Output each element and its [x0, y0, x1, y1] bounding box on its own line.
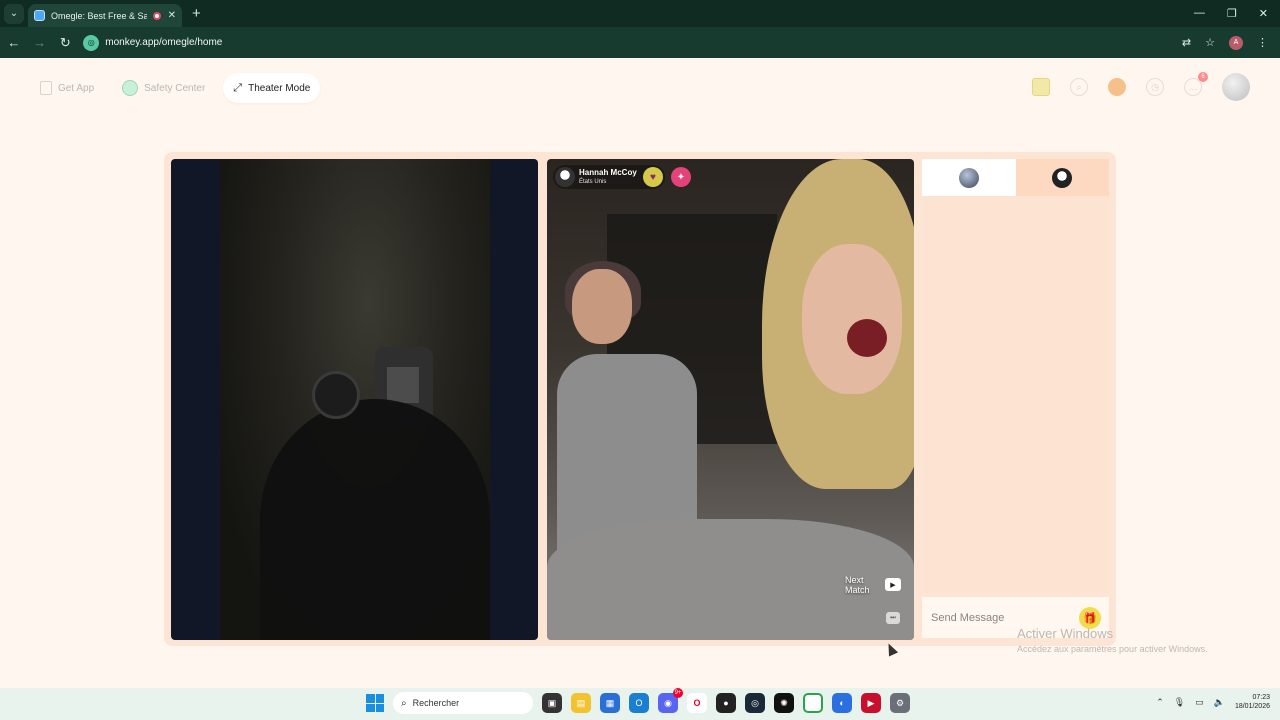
start-button[interactable] [366, 694, 384, 712]
recording-indicator-icon [153, 11, 161, 20]
shop-icon[interactable] [1032, 78, 1050, 96]
site-info-icon[interactable]: ◎ [83, 34, 100, 51]
get-app-button[interactable]: Get App [30, 73, 104, 103]
chat-messages [922, 196, 1109, 594]
local-camera-feed [220, 159, 490, 640]
tray-chevron-icon[interactable]: ⌃ [1156, 697, 1164, 708]
activation-title: Activer Windows [1017, 626, 1114, 641]
heart-badge-icon[interactable]: ♥ [643, 167, 663, 187]
search-icon: ⌕ [401, 697, 407, 709]
chatgpt-icon[interactable]: ✺ [774, 693, 794, 713]
peer-avatar [555, 167, 575, 187]
app-icon[interactable]: ◐ [832, 693, 852, 713]
taskbar-search-label: Rechercher [412, 698, 460, 708]
phone-icon [40, 81, 52, 95]
translate-icon[interactable]: ⇄ [1182, 36, 1191, 49]
reload-button[interactable]: ↻ [54, 35, 78, 51]
shield-icon [122, 80, 139, 96]
opera-icon[interactable]: O [687, 693, 707, 713]
task-view-icon[interactable]: ▣ [542, 693, 562, 713]
close-window-button[interactable]: ✕ [1259, 7, 1268, 20]
activation-subtitle: Accédez aux paramètres pour activer Wind… [1017, 644, 1208, 654]
next-match-label-1: Next [845, 575, 864, 585]
close-tab-icon[interactable]: ✕ [168, 10, 176, 21]
skip-icon[interactable]: ⏭ [886, 612, 900, 624]
minimize-button[interactable]: — [1194, 7, 1205, 20]
browser-tab[interactable]: Omegle: Best Free & Safe V ✕ [28, 4, 182, 27]
flame-icon[interactable] [1108, 78, 1126, 96]
gift-badge-icon[interactable]: ✦ [671, 167, 691, 187]
safety-center-label: Safety Center [144, 82, 206, 94]
person-face [572, 269, 632, 344]
address-bar[interactable]: ◎ monkey.app/omegle/home [83, 32, 1182, 54]
get-app-label: Get App [58, 82, 95, 94]
history-icon[interactable]: ◷ [1146, 78, 1164, 96]
restore-button[interactable]: ❐ [1227, 7, 1237, 20]
windows-activation-watermark: Activer Windows Accédez aux paramètres p… [1017, 626, 1208, 654]
file-explorer-icon[interactable]: ▤ [571, 693, 591, 713]
tab-global-chat[interactable] [922, 159, 1016, 196]
remote-video: Hannah McCoy États Unis ♥ ✦ Next Match ▶… [547, 159, 914, 640]
store-icon[interactable]: ▦ [600, 693, 620, 713]
next-match-button[interactable]: Next Match [845, 575, 870, 596]
peer-name: Hannah McCoy [579, 168, 637, 177]
header-actions: ⌕ ◷ … 6 [1032, 72, 1250, 101]
taskbar-search[interactable]: ⌕ Rechercher [393, 692, 533, 714]
system-tray: ⌃ 🎙 ▭ 🔈 07:23 18/01/2026 [1156, 693, 1270, 711]
tab-title: Omegle: Best Free & Safe V [51, 10, 147, 21]
new-tab-button[interactable]: + [192, 5, 201, 22]
browser-toolbar: ← → ↻ ◎ monkey.app/omegle/home ⇄ ☆ A ⋮ [0, 27, 1280, 58]
local-user-head [312, 371, 360, 419]
chrome-icon[interactable] [803, 693, 823, 713]
search-icon[interactable]: ⌕ [1070, 78, 1088, 96]
globe-avatar-icon [958, 167, 979, 188]
messages-icon[interactable]: … 6 [1184, 72, 1208, 96]
person-face-2 [802, 244, 902, 394]
theater-mode-button[interactable]: ⤢ Theater Mode [223, 73, 321, 103]
browser-menu-icon[interactable]: ⋮ [1257, 36, 1268, 49]
local-video [171, 159, 538, 640]
top-navigation: Get App Safety Center ⤢ Theater Mode [30, 73, 321, 103]
person-mouth [847, 319, 887, 357]
steam-icon[interactable]: ◎ [745, 693, 765, 713]
local-user-silhouette [260, 399, 490, 640]
site-favicon-icon [34, 10, 45, 21]
user-avatar[interactable] [1222, 73, 1250, 101]
clock-time: 07:23 [1252, 694, 1270, 701]
next-key-icon[interactable]: ▶ [885, 578, 901, 591]
expand-icon: ⤢ [233, 81, 243, 94]
peer-country: États Unis [579, 179, 607, 185]
tab-search-button[interactable]: ⌄ [4, 3, 24, 24]
next-match-label-2: Match [845, 585, 870, 596]
theater-mode-label: Theater Mode [248, 82, 311, 94]
media-player-icon[interactable]: ▶ [861, 693, 881, 713]
message-placeholder: Send Message [931, 611, 1005, 624]
microphone-icon[interactable]: 🎙 [1174, 697, 1185, 708]
outlook-icon[interactable]: O [629, 693, 649, 713]
opera-gx-icon[interactable]: ● [716, 693, 736, 713]
window-controls: — ❐ ✕ [1194, 7, 1280, 20]
notification-badge: 6 [1198, 72, 1208, 82]
network-icon[interactable]: ▭ [1195, 697, 1204, 708]
forward-button[interactable]: → [28, 35, 52, 50]
safety-center-button[interactable]: Safety Center [112, 73, 215, 103]
back-button[interactable]: ← [2, 35, 26, 50]
clock-date: 18/01/2026 [1234, 703, 1270, 711]
settings-icon[interactable]: ⚙ [890, 693, 910, 713]
discord-badge: 9+ [673, 688, 683, 698]
discord-icon[interactable]: ◉ 9+ [658, 688, 683, 713]
tab-peer-chat[interactable] [1015, 159, 1109, 196]
clock[interactable]: 07:23 18/01/2026 [1235, 693, 1270, 711]
volume-icon[interactable]: 🔈 [1214, 697, 1225, 708]
url-text[interactable]: monkey.app/omegle/home [105, 37, 222, 48]
bookmark-star-icon[interactable]: ☆ [1205, 36, 1215, 49]
chat-tabs [922, 159, 1109, 196]
profile-avatar[interactable]: A [1229, 35, 1243, 50]
browser-tab-bar: ⌄ Omegle: Best Free & Safe V ✕ + — ❐ ✕ [0, 0, 1280, 27]
taskbar: ⌕ Rechercher ▣ ▤ ▦ O ◉ 9+ O ● ◎ ✺ ◐ ▶ ⚙ … [0, 688, 1280, 720]
peer-mini-avatar [1052, 167, 1073, 188]
